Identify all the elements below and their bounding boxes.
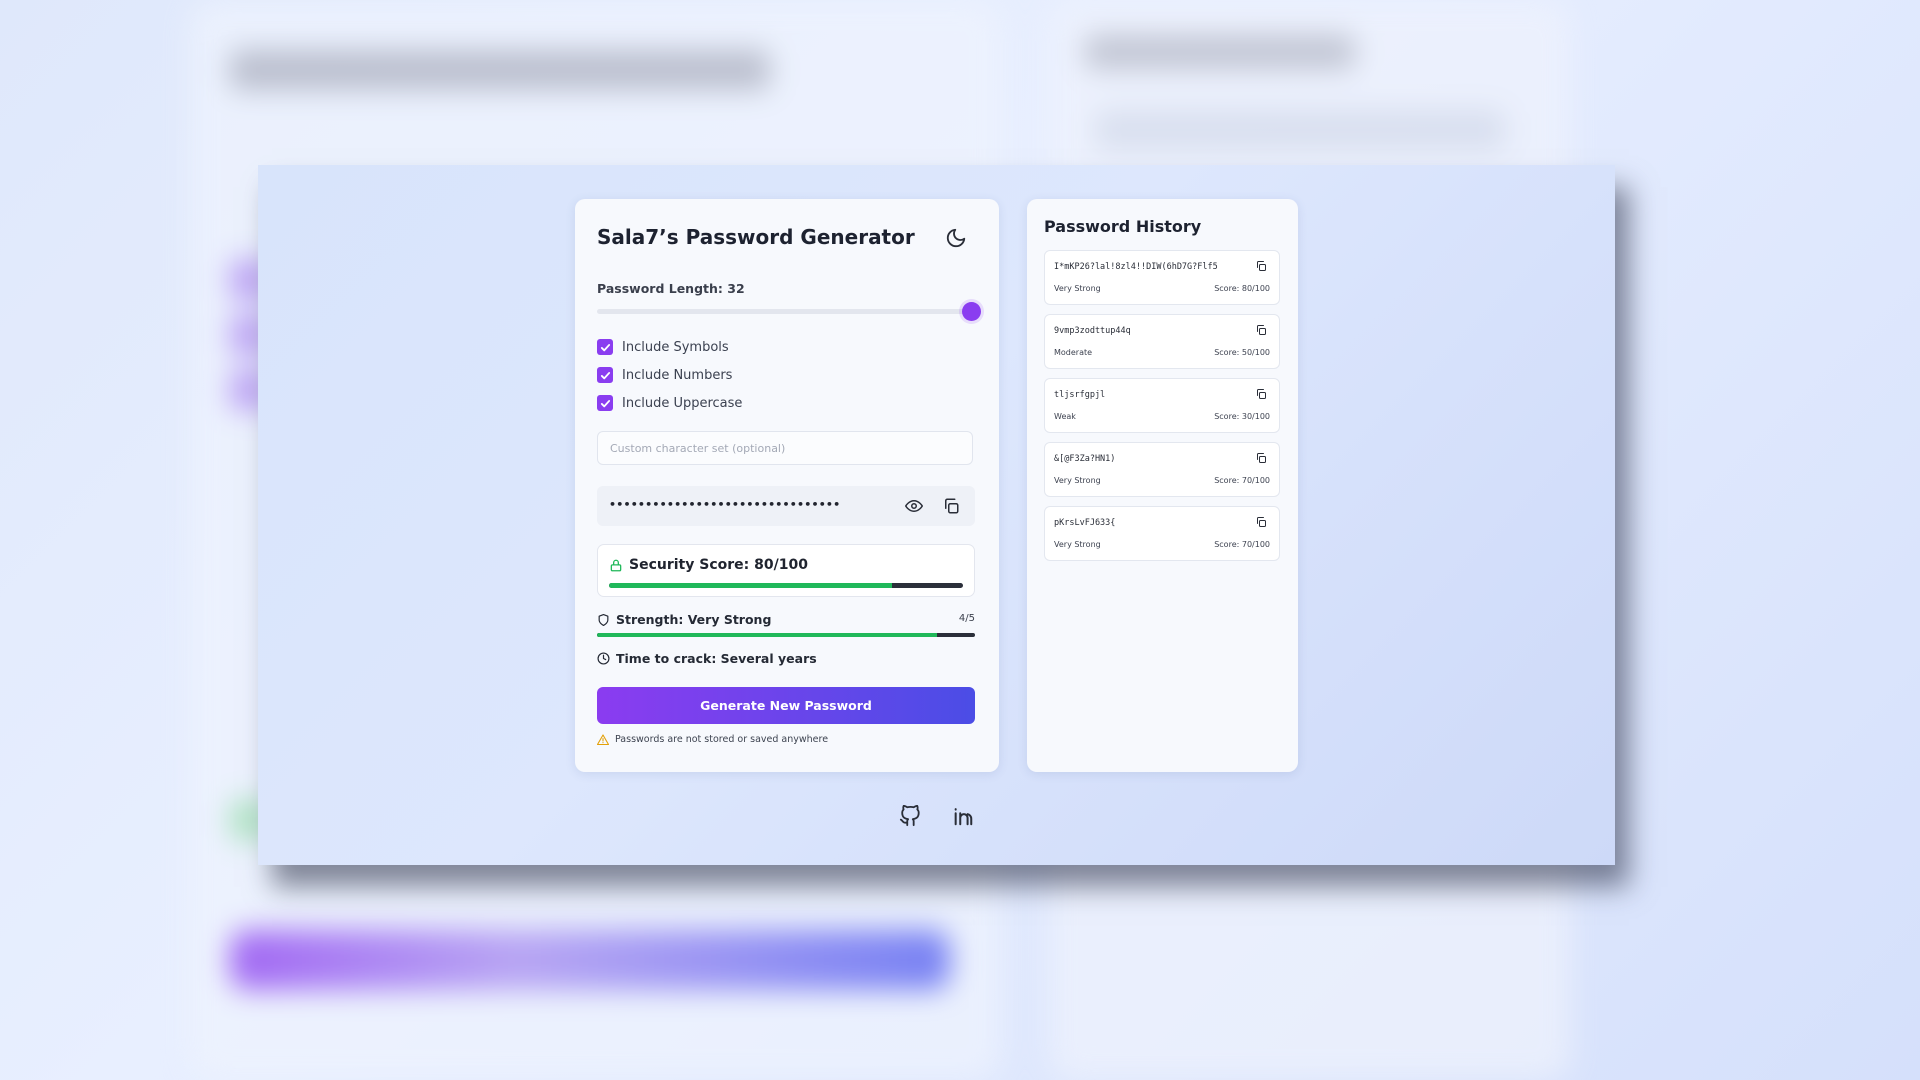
- page-title: Sala7’s Password Generator: [597, 225, 915, 249]
- history-item: &[@F3Za?HN1) Very Strong Score: 70/100: [1044, 442, 1280, 497]
- history-strength: Moderate: [1054, 348, 1093, 357]
- checkbox-numbers[interactable]: [597, 367, 613, 383]
- history-item: I*mKP26?lal!8zl4!!DIW(6hD7G?Flf5 Very Str…: [1044, 250, 1280, 305]
- shield-icon: [598, 613, 609, 627]
- copy-icon[interactable]: [942, 497, 960, 515]
- check-icon: [600, 399, 610, 407]
- copy-icon[interactable]: [1255, 388, 1267, 400]
- clock-icon: [597, 652, 610, 665]
- strength-label: Strength: Very Strong: [616, 612, 772, 627]
- strength-ratio: 4/5: [958, 613, 975, 624]
- history-item: tljsrfgpjl Weak Score: 30/100: [1044, 378, 1280, 433]
- security-score-fill: [609, 583, 893, 588]
- privacy-note: Passwords are not stored or saved anywhe…: [597, 734, 828, 745]
- password-masked: ••••••••••••••••••••••••••••••••: [609, 498, 841, 511]
- privacy-note-text: Passwords are not stored or saved anywhe…: [615, 734, 829, 745]
- option-symbols[interactable]: Include Symbols: [597, 339, 729, 355]
- history-strength: Very Strong: [1054, 476, 1101, 485]
- app-screenshot: Sala7’s Password Generator Password Leng…: [258, 165, 1615, 865]
- check-icon: [600, 371, 610, 379]
- custom-charset-input[interactable]: [597, 431, 973, 465]
- history-score: Score: 30/100: [1214, 412, 1270, 421]
- length-label: Password Length: 32: [597, 281, 745, 296]
- option-numbers[interactable]: Include Numbers: [597, 367, 732, 383]
- copy-icon[interactable]: [1255, 516, 1267, 528]
- strength-bar: [597, 633, 975, 637]
- bg-generate-button: [230, 930, 950, 990]
- history-card: Password History I*mKP26?lal!8zl4!!DIW(6…: [1027, 199, 1298, 772]
- history-strength: Weak: [1054, 412, 1076, 421]
- checkbox-uppercase[interactable]: [597, 395, 613, 411]
- history-item: pKrsLvFJ633{ Very Strong Score: 70/100: [1044, 506, 1280, 561]
- checkbox-symbols[interactable]: [597, 339, 613, 355]
- generate-button[interactable]: Generate New Password: [597, 687, 975, 724]
- password-output: ••••••••••••••••••••••••••••••••: [597, 486, 975, 526]
- bg-history-row: [1095, 110, 1505, 150]
- generator-card: Sala7’s Password Generator Password Leng…: [575, 199, 999, 772]
- crack-time-row: Time to crack: Several years: [597, 651, 817, 666]
- history-score: Score: 50/100: [1214, 348, 1270, 357]
- history-password: I*mKP26?lal!8zl4!!DIW(6hD7G?Flf5: [1054, 262, 1218, 272]
- bg-title: [230, 50, 770, 90]
- copy-icon[interactable]: [1255, 452, 1267, 464]
- history-strength: Very Strong: [1054, 284, 1101, 293]
- option-label: Include Uppercase: [622, 395, 743, 411]
- check-icon: [600, 343, 610, 351]
- security-score-box: Security Score: 80/100: [597, 544, 975, 597]
- copy-icon[interactable]: [1255, 324, 1267, 336]
- option-uppercase[interactable]: Include Uppercase: [597, 395, 742, 411]
- history-score: Score: 70/100: [1214, 540, 1270, 549]
- moon-icon[interactable]: [945, 227, 967, 249]
- warning-icon: [597, 734, 609, 745]
- history-item: 9vmp3zodttup44q Moderate Score: 50/100: [1044, 314, 1280, 369]
- linkedin-icon[interactable]: [952, 805, 974, 827]
- history-password: &[@F3Za?HN1): [1054, 454, 1116, 464]
- option-label: Include Symbols: [622, 339, 729, 355]
- history-score: Score: 70/100: [1214, 476, 1270, 485]
- slider-thumb[interactable]: [962, 302, 981, 321]
- security-score-label: Security Score: 80/100: [629, 557, 808, 573]
- history-password: pKrsLvFJ633{: [1054, 518, 1116, 528]
- history-password: 9vmp3zodttup44q: [1054, 326, 1131, 336]
- github-icon[interactable]: [899, 805, 921, 827]
- length-slider[interactable]: [597, 302, 981, 321]
- bg-title-history: [1085, 35, 1355, 69]
- crack-time-label: Time to crack: Several years: [616, 651, 817, 666]
- eye-icon[interactable]: [905, 497, 923, 515]
- security-score-bar: [609, 583, 963, 588]
- lock-icon: [610, 559, 622, 572]
- option-label: Include Numbers: [622, 367, 733, 383]
- strength-fill: [597, 633, 938, 637]
- history-strength: Very Strong: [1054, 540, 1101, 549]
- history-score: Score: 80/100: [1214, 284, 1270, 293]
- copy-icon[interactable]: [1255, 260, 1267, 272]
- history-password: tljsrfgpjl: [1054, 390, 1106, 400]
- history-title: Password History: [1044, 217, 1202, 236]
